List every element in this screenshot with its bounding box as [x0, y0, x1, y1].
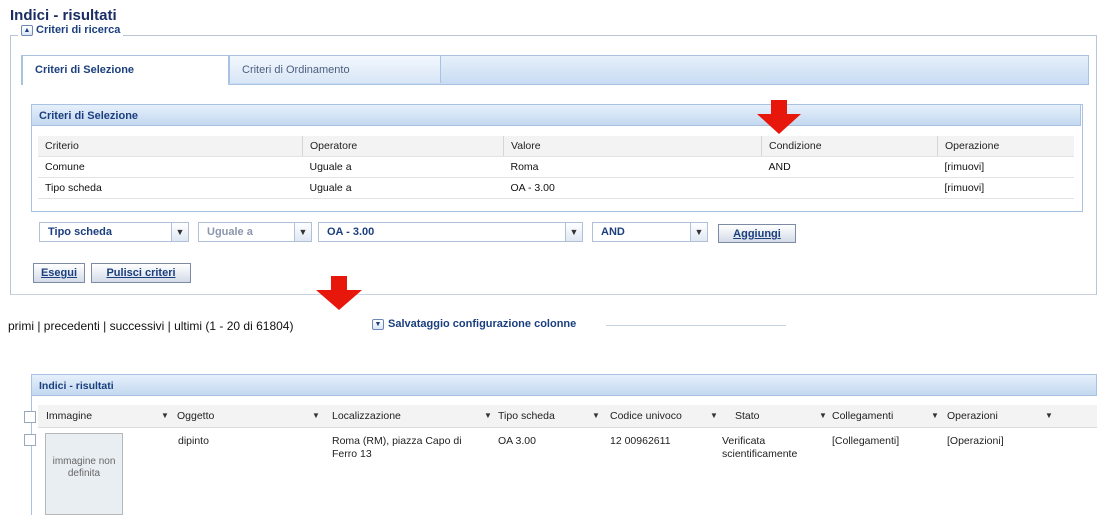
- divider: [606, 325, 786, 326]
- criteria-condizione: AND: [761, 156, 938, 178]
- expand-icon[interactable]: ▼: [372, 318, 384, 330]
- sort-icon[interactable]: ▼: [592, 405, 600, 427]
- condizione-select[interactable]: AND ▼: [592, 222, 708, 242]
- remove-link[interactable]: [rimuovi]: [937, 177, 1074, 199]
- run-button[interactable]: Esegui: [33, 263, 85, 283]
- tab-criteri-selezione[interactable]: Criteri di Selezione: [22, 55, 229, 85]
- search-criteria-legend[interactable]: ▲ Criteri di ricerca: [18, 24, 124, 36]
- criteria-operatore: Uguale a: [302, 177, 504, 199]
- chevron-down-icon: ▼: [171, 223, 188, 241]
- column-header-localizzazione-label: Localizzazione: [332, 410, 401, 422]
- select-all-checkbox[interactable]: [24, 411, 36, 423]
- tab-criteri-ordinamento[interactable]: Criteri di Ordinamento: [229, 55, 441, 83]
- column-header-criterio: Criterio: [38, 136, 303, 157]
- remove-link[interactable]: [rimuovi]: [937, 156, 1074, 178]
- column-header-codice-univoco[interactable]: Codice univoco ▼: [610, 405, 720, 427]
- criteria-row: Comune Uguale a Roma AND [rimuovi]: [38, 156, 1074, 178]
- criteria-valore: Roma: [503, 156, 762, 178]
- collegamenti-link[interactable]: [Collegamenti]: [832, 435, 899, 448]
- sort-icon[interactable]: ▼: [1045, 405, 1053, 427]
- collapse-icon[interactable]: ▲: [21, 24, 33, 36]
- criteria-condizione: [761, 177, 938, 199]
- column-header-operazione: Operazione: [937, 136, 1074, 157]
- criteria-table-header: Criterio Operatore Valore Condizione Ope…: [38, 136, 1074, 157]
- column-header-immagine-label: Immagine: [46, 410, 93, 422]
- sort-icon[interactable]: ▼: [710, 405, 718, 427]
- column-header-localizzazione[interactable]: Localizzazione ▼: [332, 405, 502, 427]
- sort-icon[interactable]: ▼: [484, 405, 492, 427]
- criteria-table: Criterio Operatore Valore Condizione Ope…: [38, 136, 1074, 199]
- selection-criteria-panel-title: Criteri di Selezione: [31, 104, 1081, 126]
- criteria-row: Tipo scheda Uguale a OA - 3.00 [rimuovi]: [38, 177, 1074, 199]
- column-config-toggle[interactable]: ▼ Salvataggio configurazione colonne: [372, 318, 576, 330]
- column-header-operatore: Operatore: [302, 136, 504, 157]
- cell-codice-univoco: 12 00962611: [610, 435, 671, 447]
- column-header-stato[interactable]: Stato ▼: [735, 405, 835, 427]
- column-header-collegamenti-label: Collegamenti: [832, 410, 894, 422]
- column-header-oggetto-label: Oggetto: [177, 410, 215, 422]
- cell-localizzazione: Roma (RM), piazza Capo di Ferro 13: [332, 435, 462, 460]
- chevron-down-icon: ▼: [690, 223, 707, 241]
- column-header-oggetto[interactable]: Oggetto ▼: [177, 405, 320, 427]
- column-header-immagine[interactable]: Immagine ▼: [46, 405, 171, 427]
- criteria-operatore: Uguale a: [302, 156, 504, 178]
- image-placeholder[interactable]: immagine non definita: [45, 433, 123, 515]
- column-config-label: Salvataggio configurazione colonne: [388, 318, 577, 330]
- column-header-collegamenti[interactable]: Collegamenti ▼: [832, 405, 939, 427]
- cell-tipo-scheda: OA 3.00: [498, 435, 536, 447]
- column-header-codice-univoco-label: Codice univoco: [610, 410, 682, 422]
- column-header-tipo-scheda-label: Tipo scheda: [498, 410, 555, 422]
- add-button[interactable]: Aggiungi: [718, 224, 796, 243]
- sort-icon[interactable]: ▼: [312, 405, 320, 427]
- page-title: Indici - risultati: [10, 7, 117, 24]
- criteria-criterio: Tipo scheda: [38, 177, 303, 199]
- chevron-down-icon: ▼: [294, 223, 311, 241]
- column-header-stato-label: Stato: [735, 410, 760, 422]
- column-header-tipo-scheda[interactable]: Tipo scheda ▼: [498, 405, 600, 427]
- criteria-valore: OA - 3.00: [503, 177, 762, 199]
- sort-icon[interactable]: ▼: [931, 405, 939, 427]
- column-header-operazioni[interactable]: Operazioni ▼: [947, 405, 1057, 427]
- red-arrow-icon: [757, 100, 801, 134]
- operazioni-link[interactable]: [Operazioni]: [947, 435, 1004, 448]
- results-panel-title: Indici - risultati: [31, 374, 1097, 396]
- condizione-select-value: AND: [601, 226, 625, 238]
- chevron-down-icon: ▼: [565, 223, 582, 241]
- image-placeholder-label: immagine non definita: [52, 456, 116, 479]
- sort-icon[interactable]: ▼: [819, 405, 827, 427]
- search-criteria-label: Criteri di ricerca: [36, 24, 121, 36]
- pager[interactable]: primi | precedenti | successivi | ultimi…: [8, 319, 293, 333]
- valore-select-value: OA - 3.00: [327, 226, 375, 238]
- clear-criteria-button[interactable]: Pulisci criteri: [91, 263, 191, 283]
- row-checkbox[interactable]: [24, 434, 36, 446]
- cell-stato: Verificata scientificamente: [722, 435, 798, 460]
- criteria-criterio: Comune: [38, 156, 303, 178]
- valore-select[interactable]: OA - 3.00 ▼: [318, 222, 583, 242]
- column-header-condizione: Condizione: [761, 136, 938, 157]
- column-header-operazioni-label: Operazioni: [947, 410, 998, 422]
- operatore-select[interactable]: Uguale a ▼: [198, 222, 312, 242]
- criterio-select-value: Tipo scheda: [48, 226, 112, 238]
- column-header-valore: Valore: [503, 136, 762, 157]
- operatore-select-value: Uguale a: [207, 226, 253, 238]
- cell-oggetto: dipinto: [178, 435, 209, 447]
- red-arrow-icon: [316, 276, 362, 310]
- sort-icon[interactable]: ▼: [161, 405, 169, 427]
- criterio-select[interactable]: Tipo scheda ▼: [39, 222, 189, 242]
